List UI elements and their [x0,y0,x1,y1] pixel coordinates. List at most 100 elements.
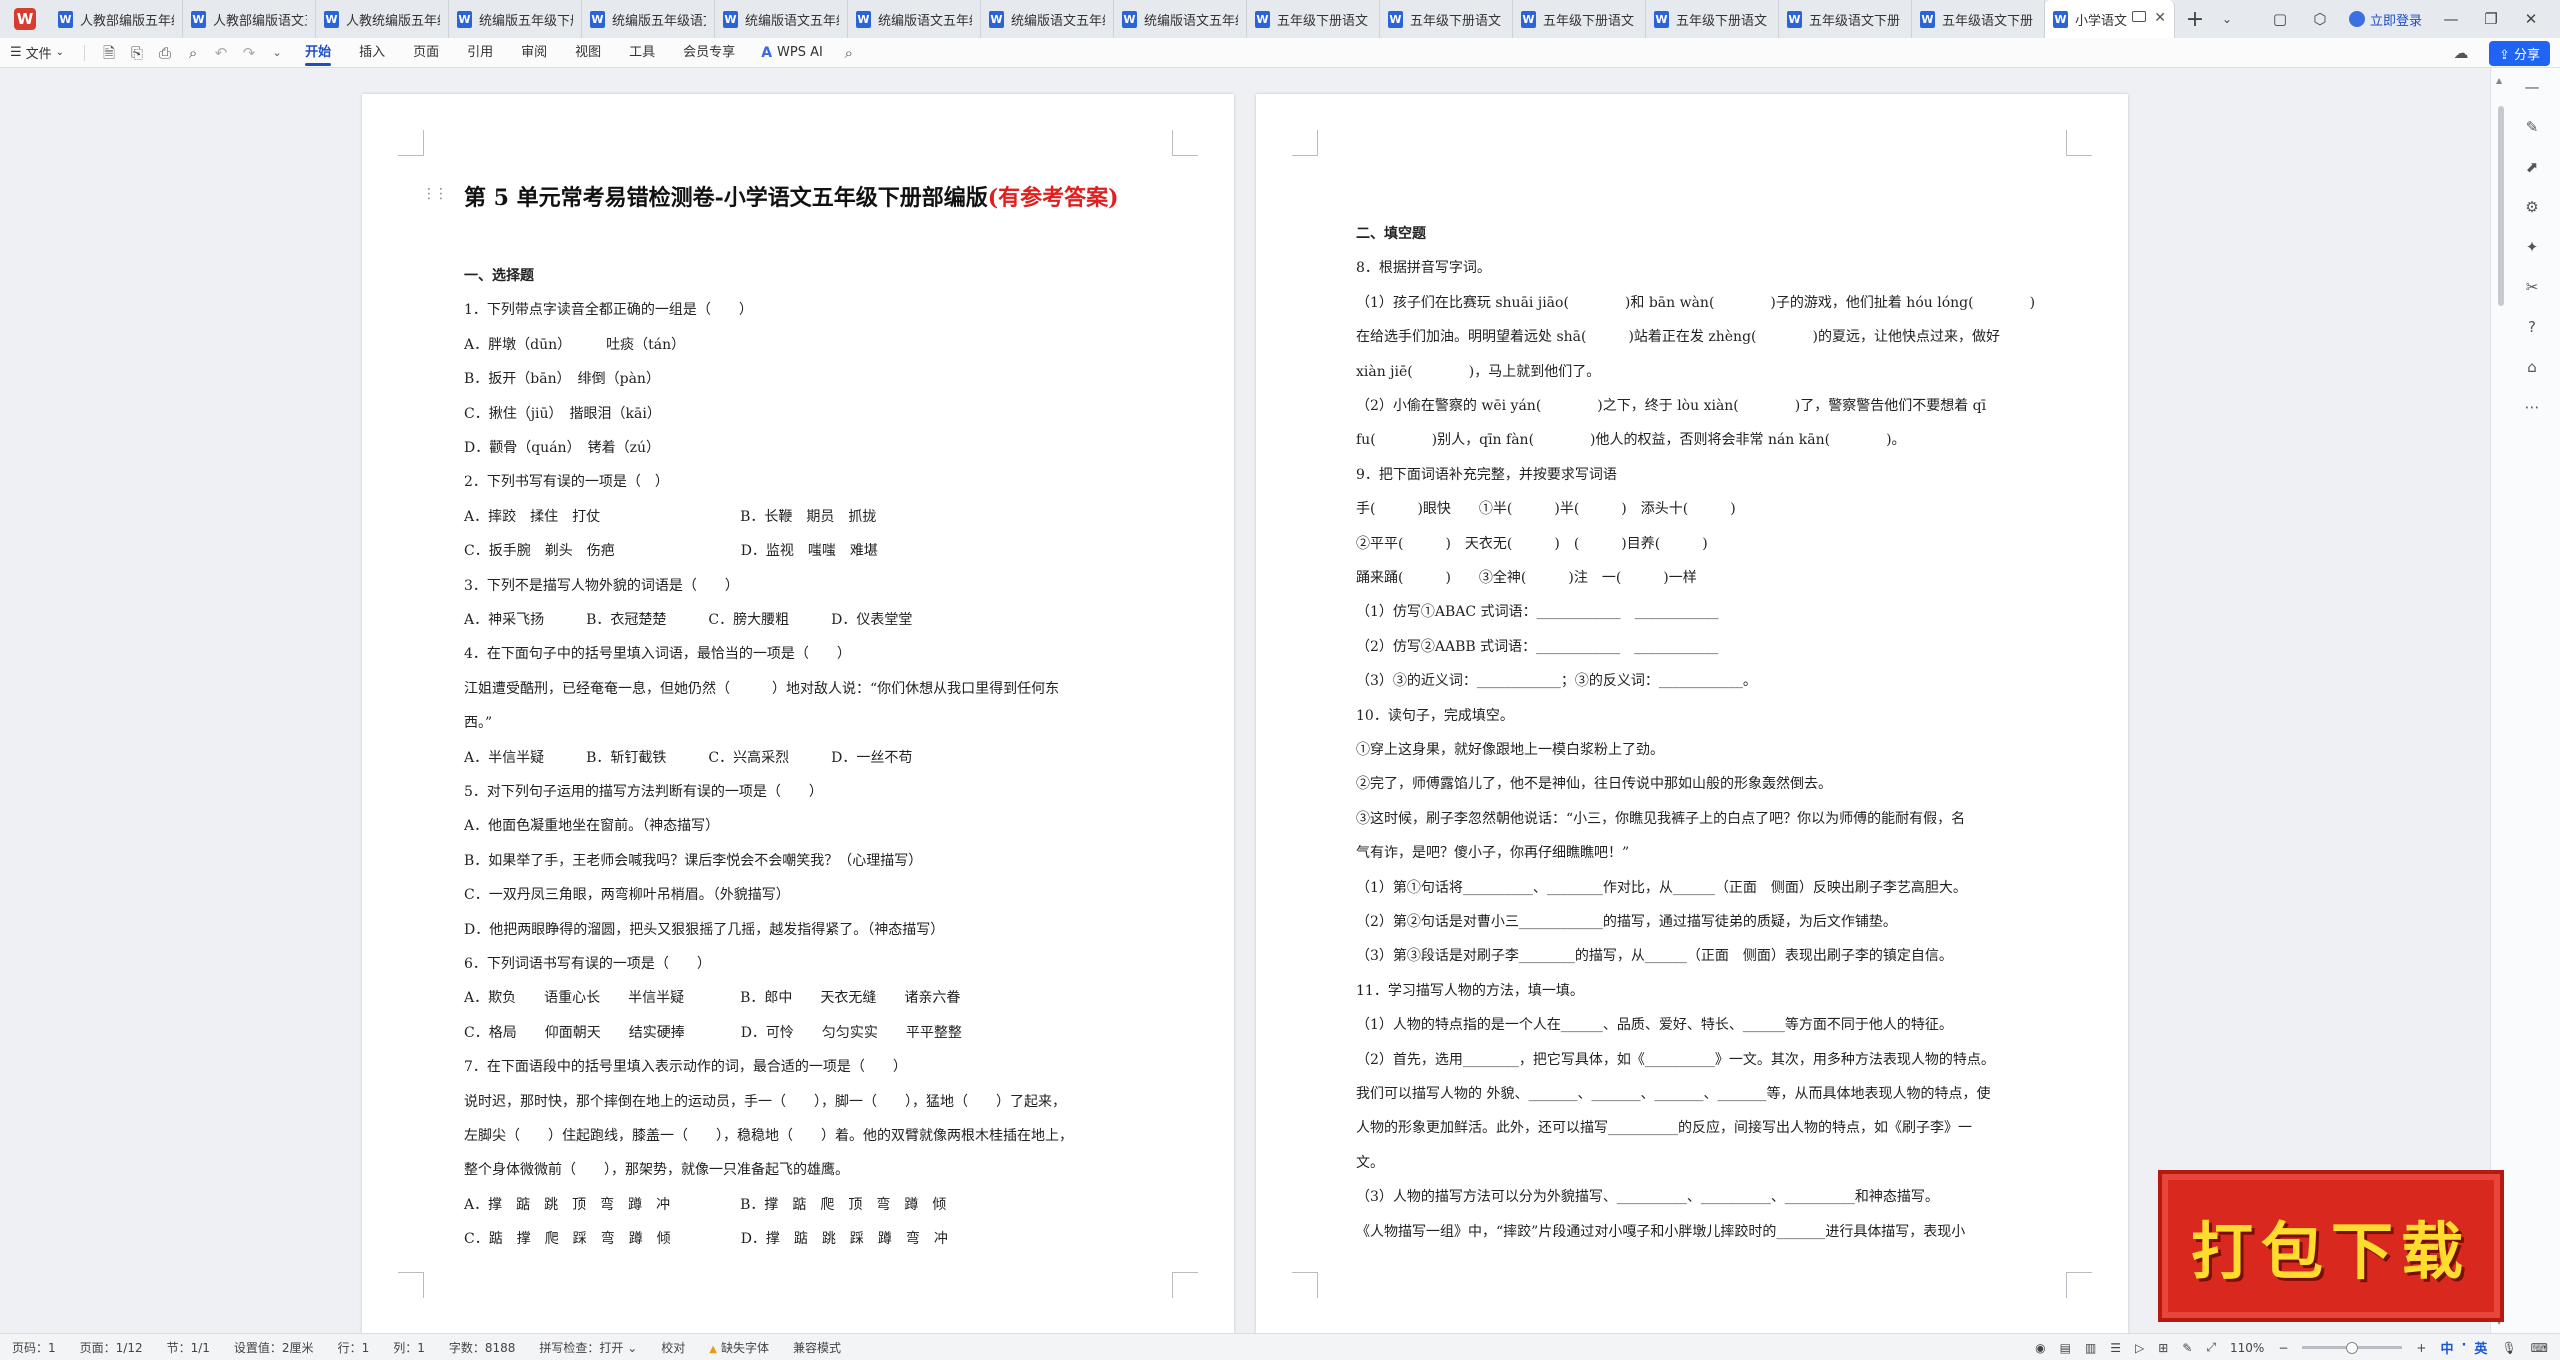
document-tab[interactable]: W 五年级语文下册 [1779,0,1912,38]
undo-icon[interactable]: ↶ [207,38,235,68]
margin-mark [1172,1272,1198,1298]
document-tab[interactable]: W 统编版五年级语文 [582,0,715,38]
read-mode-icon[interactable]: ⊞ [2158,1341,2168,1355]
adjust-icon[interactable]: ⚙ [2521,196,2543,218]
print-icon[interactable]: ⎙ [151,38,179,68]
document-tab[interactable]: W 五年级下册语文 [1513,0,1646,38]
cloud-icon[interactable]: ☁ [2447,38,2475,68]
ribbon-tab[interactable]: 审阅 [507,38,561,68]
status-pages[interactable]: 页面：1/12 [68,1339,155,1356]
save-icon[interactable]: 🗎 [95,38,123,68]
close-window-button[interactable]: ✕ [2520,10,2542,28]
status-font-missing[interactable]: 缺失字体 [697,1339,781,1356]
select-icon[interactable]: ⬈ [2521,156,2543,178]
bookmark-icon[interactable]: ⌂ [2521,356,2543,378]
document-tab[interactable]: W 统编版语文五年级 [1114,0,1247,38]
document-tab[interactable]: W 统编版语文五年级 [981,0,1114,38]
document-tab[interactable]: W 人教部编版语文五 [183,0,316,38]
status-row[interactable]: 行：1 [326,1339,382,1356]
collapse-icon[interactable]: — [2521,76,2543,98]
ribbon-tab[interactable]: 会员专享 [669,38,749,68]
wps-logo[interactable]: W [0,0,50,38]
status-setting[interactable]: 设置值：2厘米 [222,1339,326,1356]
status-page[interactable]: 页码：1 [0,1339,68,1356]
scrollbar-thumb[interactable] [2498,106,2504,306]
window-layout-icon[interactable]: ▢ [2269,10,2291,28]
web-view-icon[interactable]: ▥ [2085,1341,2096,1355]
status-compat[interactable]: 兼容模式 [781,1339,853,1356]
share-button[interactable]: ⇪ 分享 [2488,40,2550,66]
zoom-level[interactable]: 110% [2230,1341,2264,1355]
document-tab[interactable]: W 人教统编版五年级 [316,0,449,38]
ribbon-tab[interactable]: 页面 [399,38,453,68]
zoom-slider[interactable] [2302,1342,2403,1354]
document-tab[interactable]: W 统编版语文五年级 [715,0,848,38]
mic-icon[interactable]: 🎙 [2501,1341,2516,1355]
file-menu-label: 文件 [25,47,52,62]
vertical-scrollbar[interactable]: ▲ ▼ [2496,76,2505,1326]
print-preview-icon[interactable]: ⌕ [179,38,207,68]
scroll-up-icon[interactable]: ▲ [2496,76,2502,85]
document-tab[interactable]: W 五年级下册语文 [1380,0,1513,38]
keyboard-icon[interactable]: ⌨ [2531,1341,2548,1355]
status-section[interactable]: 节：1/1 [155,1339,222,1356]
text-line: 文。 [1356,1154,1384,1171]
zoom-in-icon[interactable]: + [2416,1341,2426,1355]
eye-protect-icon[interactable]: ◉ [2035,1341,2045,1355]
text-line: （3）第③段话是对刷子李________的描写，从______（正面 侧面）表现… [1356,948,1953,965]
document-tab[interactable]: W 小学语文 ✕ [2045,0,2175,38]
status-words[interactable]: 字数：8188 [437,1339,528,1356]
redo-icon[interactable]: ↷ [235,38,263,68]
ribbon-tab[interactable]: 开始 [291,38,345,68]
edit-icon[interactable]: ✎ [2521,116,2543,138]
fit-icon[interactable]: ⤢ [2206,1340,2216,1355]
document-tab[interactable]: W 统编版五年级下册 [449,0,582,38]
ribbon-tab[interactable]: 工具 [615,38,669,68]
download-promo-banner[interactable]: 打包下载 [2158,1170,2504,1322]
document-page-1[interactable]: ⋮⋮ 第 5 单元常考易错检测卷-小学语文五年级下册部编版(有参考答案) 一、选… [362,94,1234,1334]
text-line: A．胖墩（dūn） 吐痰（tán） [464,336,686,353]
page-view-icon[interactable]: ▤ [2060,1341,2071,1355]
search-icon[interactable]: ⌕ [835,38,863,68]
play-icon[interactable]: ▷ [2135,1341,2144,1355]
login-button[interactable]: 立即登录 [2348,10,2422,29]
avatar-icon [2348,11,2365,27]
outline-view-icon[interactable]: ☰ [2110,1341,2121,1355]
status-spell[interactable]: 拼写检查：打开 ⌄ [527,1339,649,1356]
chevron-down-icon: ⌄ [55,47,65,58]
status-col[interactable]: 列：1 [381,1339,437,1356]
status-proof[interactable]: 校对 [649,1339,697,1356]
ime-indicator[interactable]: 中 · 英 [2440,1338,2487,1357]
more-icon[interactable]: ⋯ [2521,396,2543,418]
tab-label: 统编版语文五年级 [1144,13,1238,29]
document-tab[interactable]: W 五年级语文下册 [1912,0,2045,38]
document-tab[interactable]: W 五年级下册语文 [1646,0,1779,38]
tools-icon[interactable]: ✂ [2521,276,2543,298]
minimize-button[interactable]: — [2440,10,2462,28]
new-tab-button[interactable]: + [2175,0,2215,38]
help-icon[interactable]: ? [2521,316,2543,338]
export-pdf-icon[interactable]: ⎘ [123,38,151,68]
text-line: 我们可以描写人物的 外貌、_______、_______、_______、___… [1356,1086,1991,1102]
skin-icon[interactable]: ⬡ [2309,10,2331,28]
monitor-icon[interactable] [2132,11,2146,22]
close-tab-icon[interactable]: ✕ [2154,10,2166,26]
tab-list-dropdown[interactable]: ⌄ [2215,0,2239,38]
document-tab[interactable]: W 五年级下册语文 [1247,0,1380,38]
drag-handle-icon[interactable]: ⋮⋮ [422,186,448,202]
zoom-out-icon[interactable]: − [2278,1341,2288,1355]
more-quick-icon[interactable]: ⌄ [263,38,291,68]
document-canvas[interactable]: ⋮⋮ 第 5 单元常考易错检测卷-小学语文五年级下册部编版(有参考答案) 一、选… [0,68,2490,1334]
restore-button[interactable]: ❐ [2480,10,2502,28]
write-mode-icon[interactable]: ✎ [2182,1341,2192,1355]
ribbon-tab[interactable]: 视图 [561,38,615,68]
ribbon-tab[interactable]: 插入 [345,38,399,68]
document-page-2[interactable]: 二、填空题 8．根据拼音写字词。 （1）孩子们在比赛玩 shuāi jiāo( )和… [1256,94,2128,1334]
file-menu[interactable]: ☰ 文件 ⌄ [0,38,74,68]
wps-ai-button[interactable]: A WPS AI [749,45,835,61]
ribbon-tab[interactable]: 引用 [453,38,507,68]
document-tab[interactable]: W 人教部编版五年级 [50,0,183,38]
text-line: B．扳开（bān） 绯倒（pàn） [464,371,660,388]
ai-tool-icon[interactable]: ✦ [2521,236,2543,258]
document-tab[interactable]: W 统编版语文五年级 [848,0,981,38]
